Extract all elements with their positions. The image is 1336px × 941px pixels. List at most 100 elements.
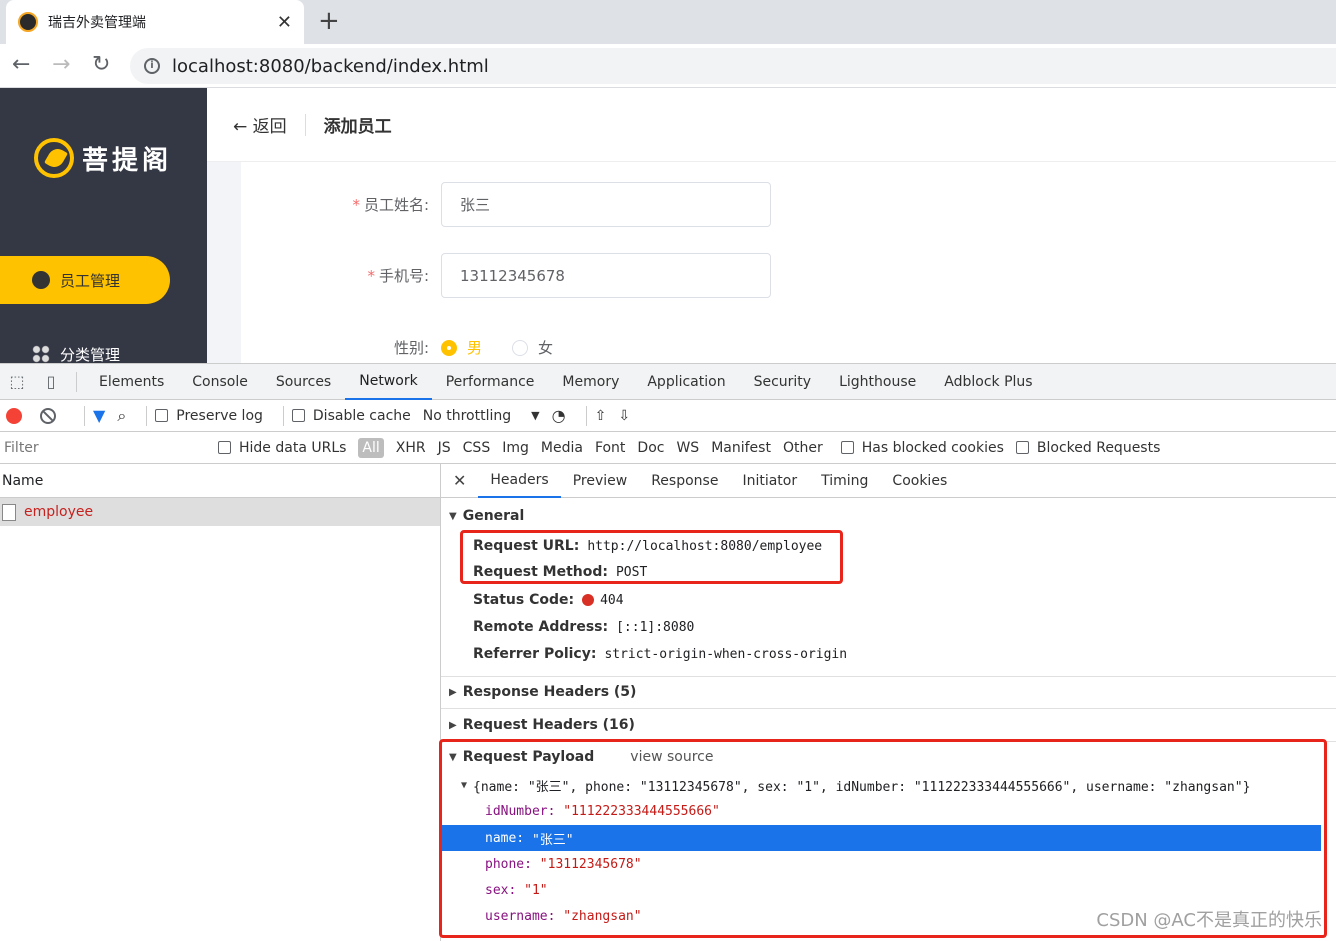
back-button[interactable]: ← 返回 xyxy=(233,112,287,137)
payload-summary[interactable]: ▼{name: "张三", phone: "13112345678", sex:… xyxy=(441,772,1321,798)
employee-icon xyxy=(32,271,50,289)
document-icon xyxy=(2,504,16,521)
has-blocked-cookies-checkbox[interactable]: Has blocked cookies xyxy=(841,440,1004,456)
filter-type-media[interactable]: Media xyxy=(535,440,589,456)
tab-network[interactable]: Network xyxy=(345,364,431,400)
request-payload-toggle[interactable]: ▼Request Payload view source xyxy=(441,749,1336,765)
sex-female-radio[interactable]: 女 xyxy=(512,337,553,358)
filter-type-js[interactable]: JS xyxy=(432,440,457,456)
filter-type-font[interactable]: Font xyxy=(589,440,631,456)
divider xyxy=(441,676,1336,677)
filter-input[interactable]: Filter xyxy=(0,436,204,460)
payload-field-selected[interactable]: name: "张三" xyxy=(441,825,1321,851)
clear-icon[interactable] xyxy=(40,408,56,424)
filter-type-other[interactable]: Other xyxy=(777,440,829,456)
tab-response[interactable]: Response xyxy=(639,464,730,498)
close-icon[interactable]: ✕ xyxy=(441,471,478,490)
tab-cookies[interactable]: Cookies xyxy=(880,464,959,498)
triangle-right-icon: ▶ xyxy=(449,687,457,698)
request-list: Name employee xyxy=(0,464,441,941)
tab-security[interactable]: Security xyxy=(740,364,826,400)
tab-lighthouse[interactable]: Lighthouse xyxy=(825,364,930,400)
remote-address-row: Remote Address:[::1]:8080 xyxy=(473,619,694,635)
request-row[interactable]: employee xyxy=(0,498,440,526)
brand-logo: 菩提阁 xyxy=(34,138,172,178)
filter-type-manifest[interactable]: Manifest xyxy=(705,440,777,456)
inspect-element-icon[interactable]: ⬚ xyxy=(0,364,34,400)
filter-type-css[interactable]: CSS xyxy=(457,440,497,456)
forward-arrow-icon[interactable]: → xyxy=(52,52,70,78)
grid-icon xyxy=(32,345,50,363)
reload-icon[interactable]: ↻ xyxy=(92,52,110,78)
tab-sources[interactable]: Sources xyxy=(262,364,345,400)
tab-adblock-plus[interactable]: Adblock Plus xyxy=(930,364,1046,400)
hide-data-urls-checkbox[interactable]: Hide data URLs xyxy=(218,440,346,456)
sidebar: 菩提阁 员工管理 分类管理 xyxy=(0,88,207,363)
close-tab-icon[interactable]: ✕ xyxy=(277,12,292,33)
detail-tabbar: ✕ Headers Preview Response Initiator Tim… xyxy=(441,464,1336,498)
name-column-header[interactable]: Name xyxy=(0,464,440,498)
browser-tab[interactable]: 瑞吉外卖管理端 ✕ xyxy=(6,0,304,44)
payload-field[interactable]: idNumber: "111222333444555666" xyxy=(441,798,1321,824)
blocked-requests-checkbox[interactable]: Blocked Requests xyxy=(1016,440,1160,456)
search-icon[interactable]: ⌕ xyxy=(117,406,126,426)
add-employee-form: *员工姓名: 张三 *手机号: 13112345678 性别: 男 女 xyxy=(241,162,1336,363)
general-section: ▼General xyxy=(441,508,1336,528)
tab-timing[interactable]: Timing xyxy=(809,464,880,498)
request-detail: ✕ Headers Preview Response Initiator Tim… xyxy=(441,464,1336,941)
tab-elements[interactable]: Elements xyxy=(85,364,178,400)
throttling-select[interactable]: No throttling▼ xyxy=(423,408,540,424)
response-headers-toggle[interactable]: ▶Response Headers (5) xyxy=(441,684,1336,700)
sex-male-radio[interactable]: 男 xyxy=(441,337,482,358)
tab-application[interactable]: Application xyxy=(633,364,739,400)
site-info-icon[interactable]: i xyxy=(144,58,160,74)
request-name: employee xyxy=(24,504,93,520)
record-icon[interactable] xyxy=(6,408,22,424)
payload-field[interactable]: phone: "13112345678" xyxy=(441,851,1321,877)
preserve-log-checkbox[interactable]: Preserve log xyxy=(155,408,263,424)
error-status-icon xyxy=(582,594,594,606)
filter-type-img[interactable]: Img xyxy=(496,440,535,456)
url-omnibox[interactable]: i localhost:8080/backend/index.html xyxy=(130,48,1336,84)
page-title: 添加员工 xyxy=(324,112,392,137)
phone-field[interactable]: 13112345678 xyxy=(441,253,771,298)
request-headers-toggle[interactable]: ▶Request Headers (16) xyxy=(441,717,1336,733)
filter-type-ws[interactable]: WS xyxy=(670,440,705,456)
name-row: *员工姓名: 张三 xyxy=(241,182,771,227)
filter-bar: Filter Hide data URLs All XHR JS CSS Img… xyxy=(0,432,1336,464)
app-viewport: 菩提阁 员工管理 分类管理 ← 返回 添加员工 *员工姓名: 张三 *手机号: … xyxy=(0,88,1336,363)
watermark: CSDN @AC不是真正的快乐 xyxy=(1096,906,1322,932)
tab-headers[interactable]: Headers xyxy=(478,464,560,498)
device-toolbar-icon[interactable]: ▯ xyxy=(34,364,68,400)
phone-label: *手机号: xyxy=(241,265,441,286)
general-toggle[interactable]: ▼General xyxy=(441,508,1336,524)
payload-field[interactable]: sex: "1" xyxy=(441,877,1321,903)
tab-memory[interactable]: Memory xyxy=(548,364,633,400)
filter-icon[interactable]: ▼ xyxy=(93,406,105,425)
name-field[interactable]: 张三 xyxy=(441,182,771,227)
disable-cache-checkbox[interactable]: Disable cache xyxy=(292,408,411,424)
network-conditions-icon[interactable]: ◔ xyxy=(552,406,566,425)
sidebar-item-employee[interactable]: 员工管理 xyxy=(0,256,170,304)
filter-type-xhr[interactable]: XHR xyxy=(390,440,432,456)
tab-performance[interactable]: Performance xyxy=(432,364,549,400)
sidebar-item-category[interactable]: 分类管理 xyxy=(0,330,120,363)
url-text[interactable]: localhost:8080/backend/index.html xyxy=(172,56,489,77)
import-har-icon[interactable]: ⇧ xyxy=(595,408,607,424)
tab-initiator[interactable]: Initiator xyxy=(730,464,809,498)
tab-console[interactable]: Console xyxy=(178,364,262,400)
browser-tab-strip: 瑞吉外卖管理端 ✕ + xyxy=(0,0,1336,44)
divider xyxy=(441,741,1336,742)
back-arrow-icon[interactable]: ← xyxy=(12,52,30,78)
referrer-policy-row: Referrer Policy:strict-origin-when-cross… xyxy=(473,646,847,662)
filter-type-doc[interactable]: Doc xyxy=(631,440,670,456)
divider xyxy=(146,406,147,426)
export-har-icon[interactable]: ⇩ xyxy=(618,408,630,424)
back-label: 返回 xyxy=(253,117,287,137)
address-bar: ← → ↻ i localhost:8080/backend/index.htm… xyxy=(0,44,1336,88)
devtools-panel: ⬚ ▯ Elements Console Sources Network Per… xyxy=(0,363,1336,940)
view-source-link[interactable]: view source xyxy=(630,749,713,765)
filter-type-all[interactable]: All xyxy=(358,438,383,458)
new-tab-icon[interactable]: + xyxy=(318,6,340,36)
tab-preview[interactable]: Preview xyxy=(561,464,640,498)
